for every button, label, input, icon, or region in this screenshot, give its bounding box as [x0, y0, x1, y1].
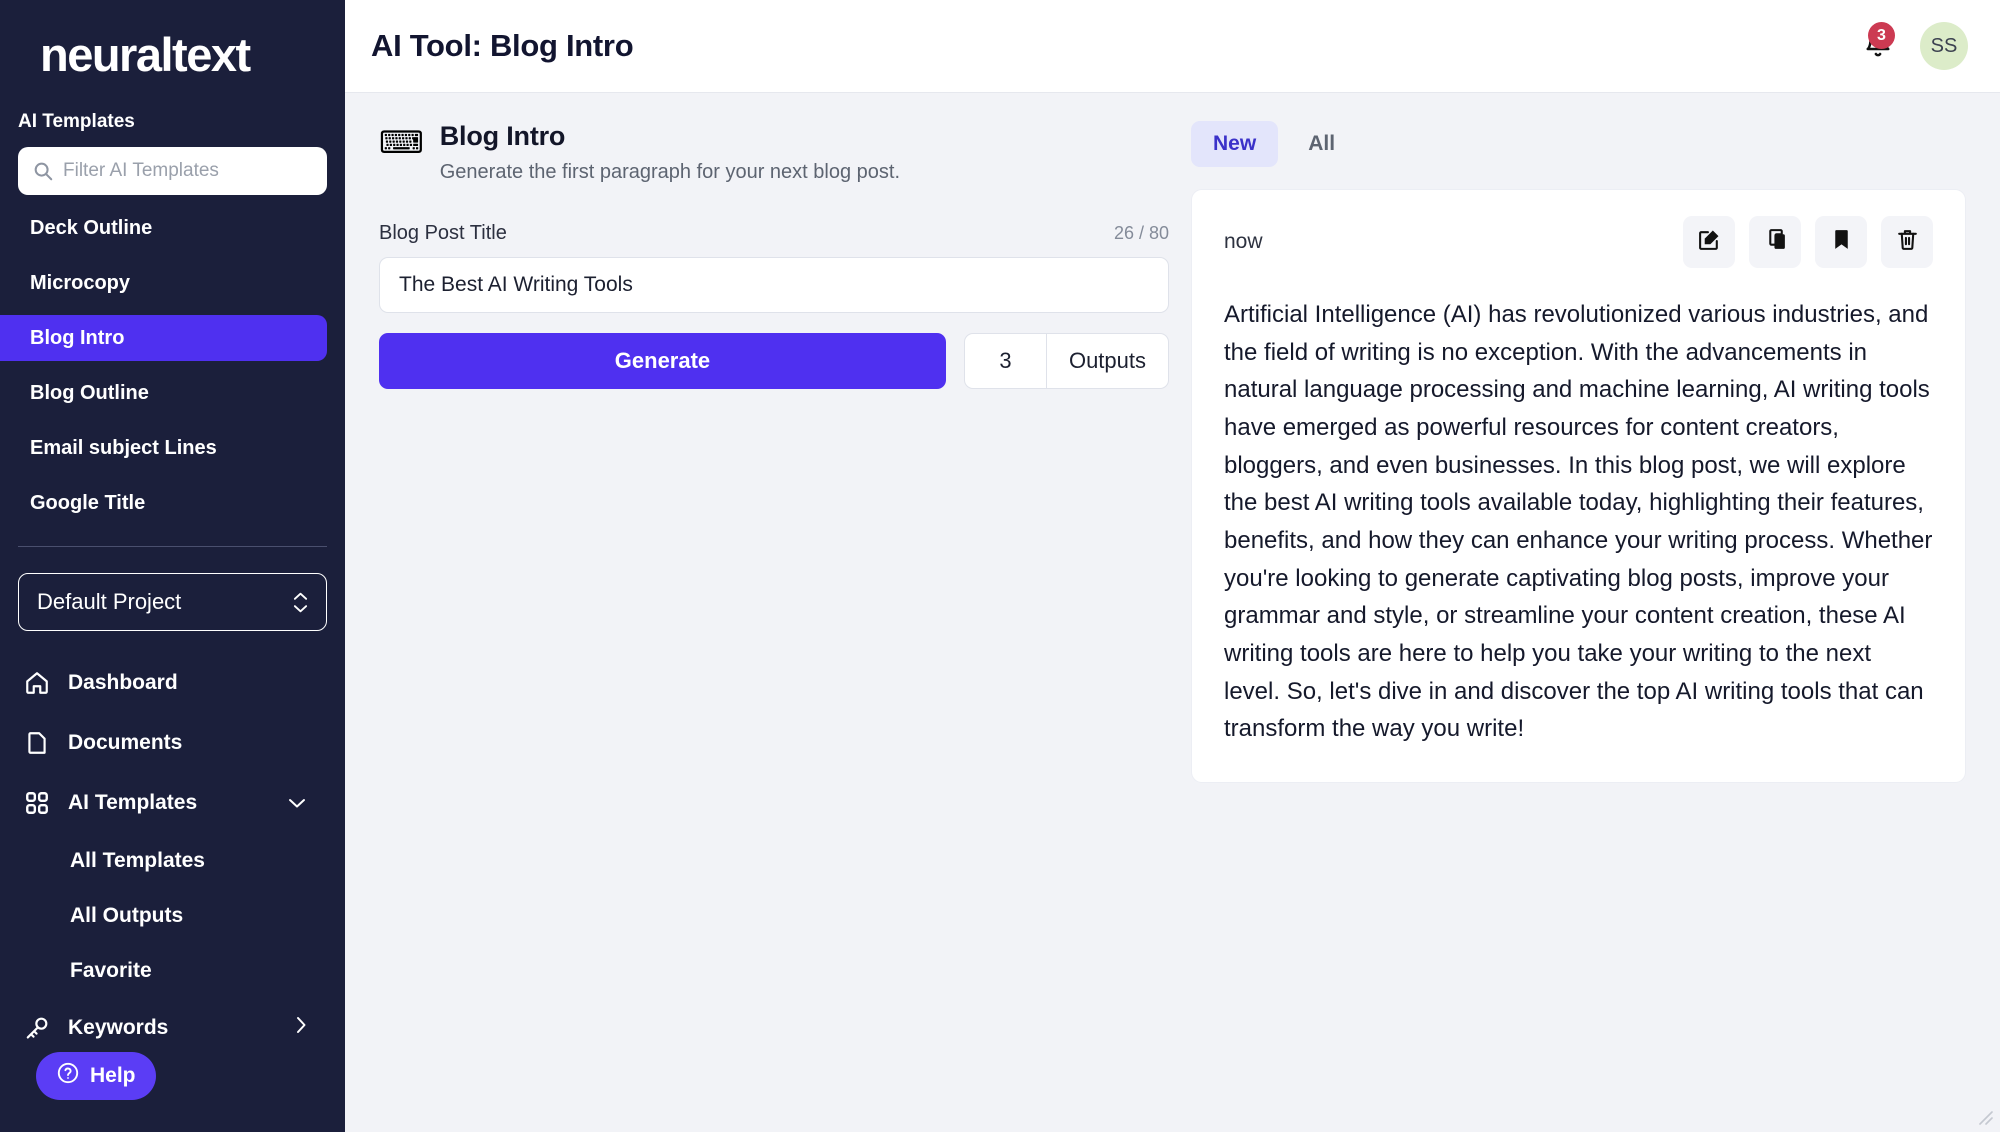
outputs-stepper: 3 Outputs [963, 333, 1169, 389]
document-icon [24, 730, 50, 756]
search-icon [32, 160, 54, 182]
avatar[interactable]: SS [1920, 22, 1968, 70]
filter-templates-input[interactable] [63, 160, 313, 183]
template-list: Deck Outline Microcopy Blog Intro Blog O… [0, 205, 345, 526]
help-button-label: Help [90, 1064, 136, 1087]
chevron-updown-icon [293, 592, 308, 613]
sidebar-item-documents[interactable]: Documents [0, 713, 345, 773]
sidebar-item-label: Dashboard [68, 671, 178, 695]
outputs-label: Outputs [1068, 348, 1146, 373]
copy-button[interactable] [1749, 216, 1801, 268]
copy-icon [1763, 227, 1788, 257]
app-logo[interactable]: neuraltext [0, 0, 345, 85]
content-body: ⌨ Blog Intro Generate the first paragrap… [345, 93, 2000, 1132]
template-item-blog-intro[interactable]: Blog Intro [0, 315, 327, 362]
output-timestamp: now [1224, 230, 1263, 253]
help-button[interactable]: Help [36, 1052, 156, 1100]
results-tabs: New All [1191, 121, 1966, 167]
output-actions [1683, 216, 1933, 268]
notifications-button[interactable]: 3 [1858, 22, 1898, 66]
filter-templates-wrap [18, 147, 327, 196]
sidebar-item-dashboard[interactable]: Dashboard [0, 653, 345, 713]
blog-post-title-input[interactable] [379, 257, 1169, 313]
tool-title: Blog Intro [439, 121, 566, 151]
chevron-down-icon[interactable] [287, 791, 345, 815]
results-column: New All now Artificial Intelligence (AI)… [1191, 121, 1966, 1132]
template-item-deck-outline[interactable]: Deck Outline [0, 205, 327, 251]
template-item-email-subject-lines[interactable]: Email subject Lines [0, 425, 327, 471]
tool-form-column: ⌨ Blog Intro Generate the first paragrap… [379, 121, 1169, 1132]
sidebar-item-label: Keywords [68, 1016, 169, 1040]
sidebar-item-all-outputs[interactable]: All Outputs [0, 888, 345, 943]
sidebar-item-label: Documents [68, 731, 183, 755]
edit-button[interactable] [1683, 216, 1735, 268]
output-card: now Artificial Intelligence (AI) has rev… [1191, 189, 1966, 784]
tool-header: ⌨ Blog Intro Generate the first paragrap… [379, 121, 1169, 184]
field-header-row: Blog Post Title 26 / 80 [379, 222, 1169, 245]
action-row: Generate 3 Outputs [379, 333, 1169, 389]
sidebar-divider [18, 546, 327, 548]
app-root: neuraltext AI Templates Deck Outline Mic… [0, 0, 2000, 1132]
home-icon [24, 670, 50, 696]
keyboard-icon: ⌨ [379, 125, 424, 160]
tab-all[interactable]: All [1286, 121, 1357, 167]
tab-new[interactable]: New [1191, 121, 1279, 167]
chevron-right-icon[interactable] [295, 1015, 345, 1041]
sidebar-section-label: AI Templates [18, 111, 135, 133]
key-icon [24, 1015, 50, 1041]
output-card-header: now [1224, 216, 1933, 268]
main-area: AI Tool: Blog Intro 3 SS ⌨ Blog Intro Ge… [345, 0, 2000, 1132]
main-nav: Dashboard Documents AI Templates All Tem… [0, 653, 345, 1058]
project-selector-label: Default Project [37, 589, 182, 615]
project-selector[interactable]: Default Project [18, 573, 327, 632]
question-circle-icon [56, 1061, 80, 1091]
outputs-count-input[interactable]: 3 [965, 334, 1047, 388]
blog-post-title-label: Blog Post Title [379, 222, 507, 244]
page-title: AI Tool: Blog Intro [371, 28, 634, 63]
trash-icon [1895, 227, 1920, 257]
bookmark-button[interactable] [1815, 216, 1867, 268]
notification-badge: 3 [1868, 22, 1895, 49]
generate-button[interactable]: Generate [379, 333, 946, 389]
grid-icon [24, 790, 50, 816]
edit-icon [1697, 227, 1722, 257]
topbar: AI Tool: Blog Intro 3 SS [345, 0, 2000, 93]
delete-button[interactable] [1881, 216, 1933, 268]
sidebar: neuraltext AI Templates Deck Outline Mic… [0, 0, 345, 1132]
template-item-blog-outline[interactable]: Blog Outline [0, 370, 327, 416]
sidebar-item-favorite[interactable]: Favorite [0, 943, 345, 998]
sidebar-item-label: AI Templates [68, 791, 198, 815]
bookmark-icon [1829, 227, 1854, 257]
template-item-microcopy[interactable]: Microcopy [0, 260, 327, 306]
output-text: Artificial Intelligence (AI) has revolut… [1224, 301, 1933, 743]
resize-grip-icon[interactable] [1972, 1104, 1994, 1126]
sidebar-item-all-templates[interactable]: All Templates [0, 833, 345, 888]
template-item-google-title[interactable]: Google Title [0, 480, 327, 526]
sidebar-item-ai-templates[interactable]: AI Templates [0, 773, 345, 833]
sidebar-item-keywords[interactable]: Keywords [0, 998, 345, 1058]
tool-subtitle: Generate the first paragraph for your ne… [439, 161, 901, 183]
character-counter: 26 / 80 [1113, 223, 1169, 243]
